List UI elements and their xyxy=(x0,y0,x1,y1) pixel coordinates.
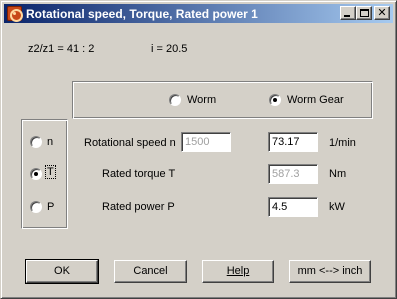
rated-torque-field[interactable]: 587.3 xyxy=(268,164,318,184)
motor-speed-input[interactable]: 1500 xyxy=(181,132,231,152)
unit-toggle-button[interactable]: mm <--> inch xyxy=(289,260,371,283)
help-button[interactable]: Help xyxy=(202,260,274,283)
ok-button[interactable]: OK xyxy=(25,259,99,284)
title-bar[interactable]: Rotational speed, Torque, Rated power 1 … xyxy=(4,4,393,23)
close-button[interactable]: ✕ xyxy=(374,6,390,20)
rated-power-field[interactable]: 4.5 xyxy=(268,197,318,217)
cancel-button[interactable]: Cancel xyxy=(114,260,187,283)
rotational-speed-field[interactable]: 73.17 xyxy=(268,132,318,152)
app-gear-icon[interactable] xyxy=(7,6,23,22)
mode-n-radio[interactable] xyxy=(30,136,42,148)
window-title: Rotational speed, Torque, Rated power 1 xyxy=(26,7,258,21)
mode-p-label[interactable]: P xyxy=(47,201,54,213)
rated-power-unit: kW xyxy=(329,201,345,213)
mode-t-radio[interactable] xyxy=(30,168,42,180)
worm-gear-radio[interactable] xyxy=(269,94,281,106)
minimize-button[interactable] xyxy=(340,6,356,20)
rated-torque-label: Rated torque T xyxy=(102,168,176,180)
mode-n-label[interactable]: n xyxy=(47,136,53,148)
tooth-ratio-label: z2/z1 = 41 : 2 xyxy=(28,43,95,55)
rotational-speed-unit: 1/min xyxy=(329,137,356,149)
worm-gear-radio-label[interactable]: Worm Gear xyxy=(287,94,344,106)
transmission-ratio-label: i = 20.5 xyxy=(151,43,188,55)
rated-power-label: Rated power P xyxy=(102,201,175,213)
close-icon: ✕ xyxy=(377,6,387,19)
maximize-button[interactable] xyxy=(356,6,372,20)
mode-p-radio[interactable] xyxy=(30,201,42,213)
minimize-icon xyxy=(344,15,350,17)
maximize-icon xyxy=(360,9,369,17)
help-button-label: Help xyxy=(226,265,250,277)
rated-torque-unit: Nm xyxy=(329,168,347,180)
dialog-window: Rotational speed, Torque, Rated power 1 … xyxy=(0,0,397,299)
worm-radio-label[interactable]: Worm xyxy=(187,94,216,106)
mode-t-label[interactable]: T xyxy=(45,165,56,179)
mode-t-focus-label: T xyxy=(45,165,56,179)
rotational-speed-label: Rotational speed n xyxy=(84,137,176,149)
worm-radio[interactable] xyxy=(169,94,181,106)
